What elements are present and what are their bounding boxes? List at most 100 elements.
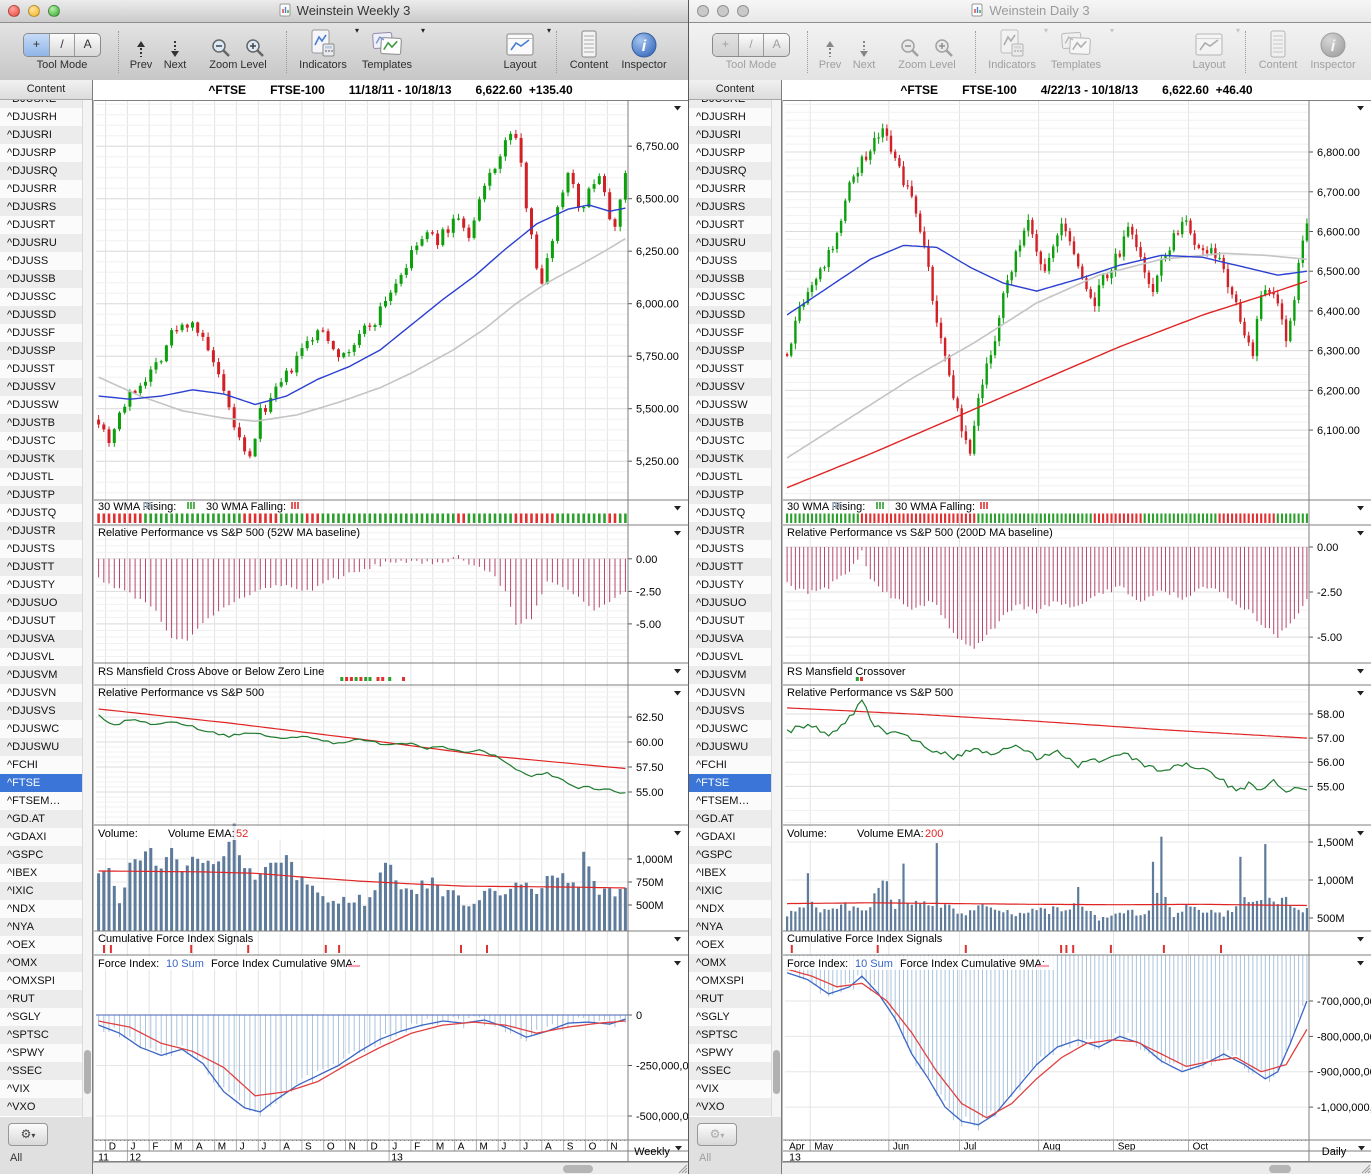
sidebar-item-djusru[interactable]: ^DJUSRU <box>0 234 82 252</box>
sidebar-item-djusst[interactable]: ^DJUSST <box>689 360 771 378</box>
sidebar-item-gspc[interactable]: ^GSPC <box>689 846 771 864</box>
sidebar-header[interactable]: Content <box>689 80 781 100</box>
sidebar-item-djusvm[interactable]: ^DJUSVM <box>689 666 771 684</box>
sidebar-item-djusts[interactable]: ^DJUSTS <box>0 540 82 558</box>
sidebar-item-ssec[interactable]: ^SSEC <box>689 1062 771 1080</box>
sidebar-item-ndx[interactable]: ^NDX <box>0 900 82 918</box>
panel-disclosure[interactable] <box>1357 937 1364 942</box>
titlebar[interactable]: Weinstein Weekly 3 <box>0 0 688 23</box>
sidebar-item-vix[interactable]: ^VIX <box>689 1080 771 1098</box>
zoom-in-icon[interactable] <box>934 38 954 58</box>
panel-disclosure[interactable] <box>674 106 681 111</box>
sidebar-item-djussv[interactable]: ^DJUSSV <box>0 378 82 396</box>
sidebar-item-rut[interactable]: ^RUT <box>0 990 82 1008</box>
sidebar-item-djustk[interactable]: ^DJUSTK <box>689 450 771 468</box>
sidebar-item-ixic[interactable]: ^IXIC <box>0 882 82 900</box>
panel-disclosure[interactable] <box>1357 506 1364 511</box>
sidebar-item-djusuo[interactable]: ^DJUSUO <box>689 594 771 612</box>
timeframe-dropdown[interactable]: Weekly <box>634 1146 682 1158</box>
sidebar-item-djuss[interactable]: ^DJUSS <box>0 252 82 270</box>
sidebar-item-djussb[interactable]: ^DJUSSB <box>0 270 82 288</box>
sidebar-item-djustq[interactable]: ^DJUSTQ <box>0 504 82 522</box>
sidebar-item-fchi[interactable]: ^FCHI <box>0 756 82 774</box>
panel-disclosure[interactable] <box>1357 961 1364 966</box>
minimize-button[interactable] <box>717 5 729 17</box>
sidebar-item-djusrp[interactable]: ^DJUSRP <box>0 144 82 162</box>
sidebar-item-djussw[interactable]: ^DJUSSW <box>689 396 771 414</box>
gear-button[interactable]: ⚙▾ <box>697 1123 737 1146</box>
sidebar-item-djusut[interactable]: ^DJUSUT <box>0 612 82 630</box>
panel-disclosure[interactable] <box>674 669 681 674</box>
sidebar-item-oex[interactable]: ^OEX <box>0 936 82 954</box>
sidebar-item-gspc[interactable]: ^GSPC <box>0 846 82 864</box>
sidebar-item-djussp[interactable]: ^DJUSSP <box>689 342 771 360</box>
sidebar-item-djusuo[interactable]: ^DJUSUO <box>0 594 82 612</box>
sidebar-item-rut[interactable]: ^RUT <box>689 990 771 1008</box>
sidebar-item-djusri[interactable]: ^DJUSRI <box>689 126 771 144</box>
sidebar-item-gdaxi[interactable]: ^GDAXI <box>0 828 82 846</box>
sidebar-item-djusrr[interactable]: ^DJUSRR <box>689 180 771 198</box>
panel-disclosure[interactable] <box>1357 691 1364 696</box>
sidebar-item-ibex[interactable]: ^IBEX <box>689 864 771 882</box>
sidebar-item-djusvn[interactable]: ^DJUSVN <box>689 684 771 702</box>
sidebar-item-gdat[interactable]: ^GD.AT <box>689 810 771 828</box>
sidebar-item-djustr[interactable]: ^DJUSTR <box>0 522 82 540</box>
timeframe-dropdown[interactable]: Daily <box>1322 1146 1365 1158</box>
tool-select-button[interactable]: + <box>713 34 739 56</box>
content-button[interactable]: Content <box>566 26 612 71</box>
sidebar-item-djuswc[interactable]: ^DJUSWC <box>689 720 771 738</box>
zoom-button[interactable] <box>48 5 60 17</box>
sidebar-item-djussp[interactable]: ^DJUSSP <box>0 342 82 360</box>
zoom-button[interactable] <box>737 5 749 17</box>
horizontal-scrollbar[interactable] <box>93 1162 688 1174</box>
sidebar-item-djustq[interactable]: ^DJUSTQ <box>689 504 771 522</box>
sidebar-item-djusrt[interactable]: ^DJUSRT <box>0 216 82 234</box>
sidebar-item-omx[interactable]: ^OMX <box>689 954 771 972</box>
sidebar-item-djussb[interactable]: ^DJUSSB <box>689 270 771 288</box>
sidebar-item-gdaxi[interactable]: ^GDAXI <box>689 828 771 846</box>
panel-disclosure[interactable] <box>1357 831 1364 836</box>
sidebar-item-omxspi[interactable]: ^OMXSPI <box>689 972 771 990</box>
indicators-button[interactable]: ▾ Indicators <box>983 26 1041 71</box>
sidebar-item-spwy[interactable]: ^SPWY <box>689 1044 771 1062</box>
inspector-button[interactable]: Inspector <box>616 26 672 71</box>
sidebar-item-djuswc[interactable]: ^DJUSWC <box>0 720 82 738</box>
sidebar-item-djustp[interactable]: ^DJUSTP <box>689 486 771 504</box>
scrollbar-thumb[interactable] <box>1269 1165 1291 1173</box>
sidebar-item-sgly[interactable]: ^SGLY <box>0 1008 82 1026</box>
sidebar-item-djusty[interactable]: ^DJUSTY <box>689 576 771 594</box>
sidebar-item-djustr[interactable]: ^DJUSTR <box>689 522 771 540</box>
minimize-button[interactable] <box>28 5 40 17</box>
next-button[interactable]: Next <box>849 26 879 71</box>
tool-select-button[interactable]: + <box>24 34 50 56</box>
sidebar-item-spwy[interactable]: ^SPWY <box>0 1044 82 1062</box>
sidebar-item-vix[interactable]: ^VIX <box>0 1080 82 1098</box>
sidebar-item-ftse[interactable]: ^FTSE <box>0 774 82 792</box>
sidebar-item-djussf[interactable]: ^DJUSSF <box>0 324 82 342</box>
zoom-in-icon[interactable] <box>245 38 265 58</box>
sidebar-item-sptsc[interactable]: ^SPTSC <box>0 1026 82 1044</box>
sidebar-item-djuswu[interactable]: ^DJUSWU <box>0 738 82 756</box>
layout-button[interactable]: ▾ Layout <box>1185 26 1233 71</box>
sidebar-item-djusri[interactable]: ^DJUSRI <box>0 126 82 144</box>
sidebar-item-djussf[interactable]: ^DJUSSF <box>689 324 771 342</box>
prev-button[interactable]: Prev <box>126 26 156 71</box>
sidebar-item-nya[interactable]: ^NYA <box>689 918 771 936</box>
sidebar-item-djustc[interactable]: ^DJUSTC <box>689 432 771 450</box>
indicators-button[interactable]: ▾ Indicators <box>294 26 352 71</box>
sidebar-item-djussd[interactable]: ^DJUSSD <box>0 306 82 324</box>
templates-button[interactable]: ▾ Templates <box>356 26 418 71</box>
sidebar-item-djustp[interactable]: ^DJUSTP <box>0 486 82 504</box>
sidebar-item-ssec[interactable]: ^SSEC <box>0 1062 82 1080</box>
sidebar-item-djusvl[interactable]: ^DJUSVL <box>0 648 82 666</box>
sidebar-item-djusrs[interactable]: ^DJUSRS <box>0 198 82 216</box>
sidebar-item-nya[interactable]: ^NYA <box>0 918 82 936</box>
symbol-list[interactable]: ^DJUSRE^DJUSRH^DJUSRI^DJUSRP^DJUSRQ^DJUS… <box>689 100 771 1117</box>
sidebar-item-djusvs[interactable]: ^DJUSVS <box>689 702 771 720</box>
sidebar-item-djustl[interactable]: ^DJUSTL <box>0 468 82 486</box>
sidebar-item-ibex[interactable]: ^IBEX <box>0 864 82 882</box>
sidebar-scrollbar[interactable] <box>771 100 781 1117</box>
sidebar-item-djusru[interactable]: ^DJUSRU <box>689 234 771 252</box>
sidebar-item-djusrp[interactable]: ^DJUSRP <box>689 144 771 162</box>
sidebar-item-djuss[interactable]: ^DJUSS <box>689 252 771 270</box>
